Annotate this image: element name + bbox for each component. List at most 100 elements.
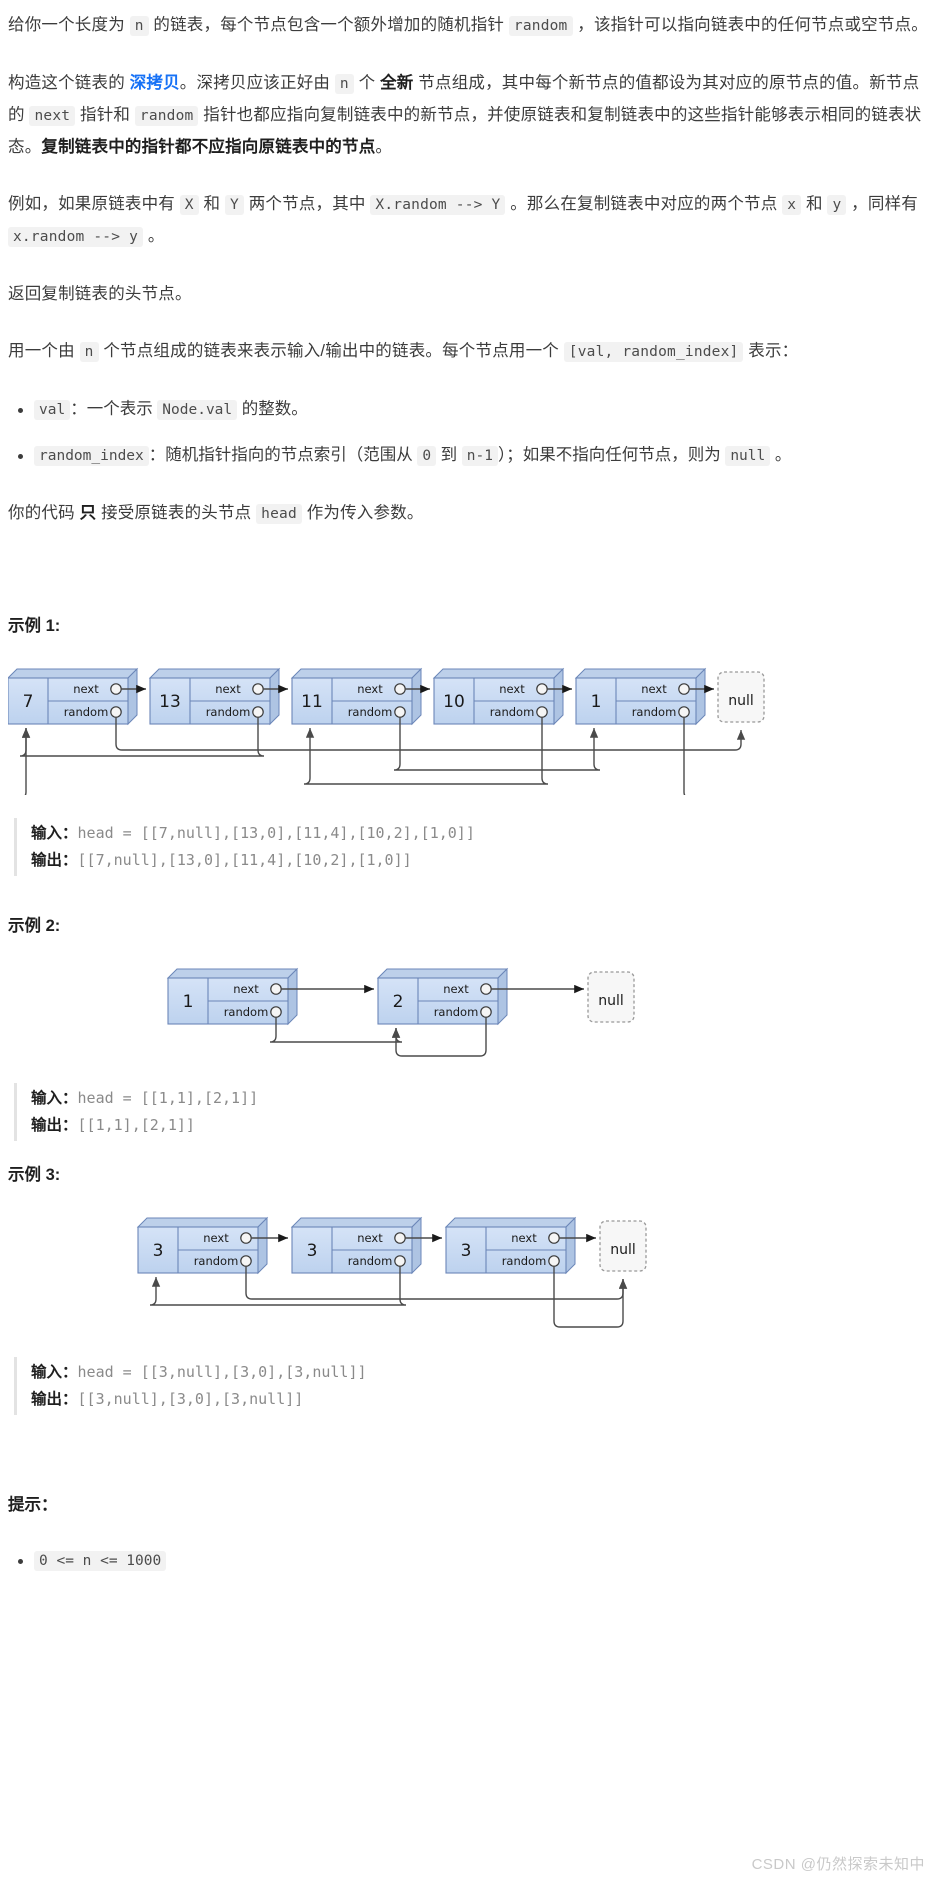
text-run: 个 xyxy=(353,74,381,92)
text-run: 给你一个长度为 xyxy=(8,16,130,34)
example-2-input-line: 输入：head = [[1,1],[2,1]] xyxy=(31,1085,935,1112)
node-next-label: next xyxy=(73,682,99,696)
output-label: 输出： xyxy=(31,1391,78,1408)
node-value: 10 xyxy=(443,692,465,712)
node-value: 11 xyxy=(301,692,323,712)
example-1-output-line: 输出：[[7,null],[13,0],[11,4],[10,2],[1,0]] xyxy=(31,847,935,874)
next-pointer-dot xyxy=(548,1232,560,1244)
random-arrow-null xyxy=(553,1266,628,1328)
random-arrow xyxy=(393,717,601,771)
next-pointer-dot xyxy=(394,683,406,695)
text-run: 。那么在复制链表中对应的两个节点 xyxy=(505,195,783,213)
text-run: 到 xyxy=(436,446,462,464)
null-label: null xyxy=(610,1242,636,1258)
text-run: 指针和 xyxy=(75,106,135,124)
node-value: 1 xyxy=(591,692,602,712)
text-run: 用一个由 xyxy=(8,342,80,360)
random-pointer-dot xyxy=(394,1255,406,1267)
inline-code: random xyxy=(134,106,199,126)
node-random-label: random xyxy=(64,705,109,719)
inline-code: random xyxy=(508,16,573,36)
node-value: 1 xyxy=(183,992,194,1012)
emphasis-text: 复制链表中的指针都不应指向原链表中的节点 xyxy=(41,138,376,156)
inline-code: Node.val xyxy=(157,400,238,420)
list-node: 10 next random xyxy=(432,667,565,726)
text-run: 。 xyxy=(770,446,792,464)
example-3-output-line: 输出：[[3,null],[3,0],[3,null]] xyxy=(31,1386,935,1413)
node-random-label: random xyxy=(632,705,677,719)
paragraph-closing: 你的代码 只 接受原链表的头节点 head 作为传入参数。 xyxy=(8,498,935,530)
list-node: 1 next random xyxy=(166,967,299,1026)
node-random-label: random xyxy=(348,1254,393,1268)
list-node: 3 next random xyxy=(136,1216,269,1275)
node-next-label: next xyxy=(641,682,667,696)
inline-code: n xyxy=(334,74,354,94)
list-node: 13 next random xyxy=(148,667,281,726)
input-value: head = [[3,null],[3,0],[3,null]] xyxy=(77,1363,367,1381)
random-pointer-dot xyxy=(394,706,406,718)
null-label: null xyxy=(598,993,624,1009)
inline-code: n xyxy=(129,16,149,36)
text-run: 。 xyxy=(143,227,165,245)
text-run: 例如，如果原链表中有 xyxy=(8,195,180,213)
next-pointer-dot xyxy=(480,983,492,995)
list-node: 3 next random xyxy=(290,1216,423,1275)
hints-title: 提示： xyxy=(8,1496,58,1514)
text-run: 返回复制链表的头节点。 xyxy=(8,285,192,303)
random-pointer-dot xyxy=(536,706,548,718)
text-run: 作为传入参数。 xyxy=(301,504,424,522)
example-1-io: 输入：head = [[7,null],[13,0],[11,4],[10,2]… xyxy=(14,818,935,876)
random-pointer-dot xyxy=(240,1255,252,1267)
linked-list-svg-3: 3 next random 3 next random 3 next random null xyxy=(136,1216,647,1328)
node-value: 13 xyxy=(159,692,181,712)
next-pointer-dot xyxy=(536,683,548,695)
list-item-random-index: random_index ：随机指针指向的节点索引（范围从 0 到 n-1 ）；如果… xyxy=(18,440,935,472)
paragraph-4: 返回复制链表的头节点。 xyxy=(8,279,935,310)
text-run: 和 xyxy=(198,195,226,213)
inline-code: X.random --> Y xyxy=(370,195,506,215)
text-run: 你的代码 xyxy=(8,504,80,522)
inline-code: random_index xyxy=(34,446,149,466)
node-value: 3 xyxy=(153,1241,164,1261)
paragraph-2: 构造这个链表的 深拷贝。深拷贝应该正好由 n 个 全新 节点组成，其中每个新节点… xyxy=(8,68,935,163)
deep-copy-link[interactable]: 深拷贝 xyxy=(130,74,180,92)
example-2-diagram: 1 next random 2 next random null xyxy=(8,950,935,1065)
example-1-input-line: 输入：head = [[7,null],[13,0],[11,4],[10,2]… xyxy=(31,820,935,847)
node-random-label: random xyxy=(348,705,393,719)
hints-list: 0 <= n <= 1000 xyxy=(8,1545,935,1577)
node-random-label: random xyxy=(206,705,251,719)
text-run: ，该指针可以指向链表中的任何节点或空节点。 xyxy=(572,16,928,34)
inline-code: 0 <= n <= 1000 xyxy=(34,1551,167,1571)
text-run: ：随机指针指向的节点索引（范围从 xyxy=(148,446,418,464)
input-value: head = [[1,1],[2,1]] xyxy=(77,1089,259,1107)
node-value: 3 xyxy=(307,1241,318,1261)
paragraph-3: 例如，如果原链表中有 X 和 Y 两个节点，其中 X.random --> Y … xyxy=(8,189,935,253)
inline-code: n-1 xyxy=(461,446,498,466)
random-pointer-dot xyxy=(678,706,690,718)
hint-item: 0 <= n <= 1000 xyxy=(18,1545,935,1577)
emphasis-text: 全新 xyxy=(380,74,414,92)
text-run: 表示： xyxy=(743,342,799,360)
node-value: 7 xyxy=(23,692,34,712)
example-3-title: 示例 3: xyxy=(8,1166,61,1184)
inline-code: [val, random_index] xyxy=(563,342,744,362)
node-random-label: random xyxy=(224,1005,269,1019)
output-label: 输出： xyxy=(31,1117,78,1134)
output-value: [[1,1],[2,1]] xyxy=(77,1116,195,1134)
random-pointer-dot xyxy=(110,706,122,718)
node-random-label: random xyxy=(502,1254,547,1268)
watermark: CSDN @仍然探索未知中 xyxy=(751,1856,925,1873)
example-3-input-line: 输入：head = [[3,null],[3,0],[3,null]] xyxy=(31,1359,935,1386)
next-pointer-dot xyxy=(252,683,264,695)
list-node: 7 next random xyxy=(6,667,139,726)
example-2-output-line: 输出：[[1,1],[2,1]] xyxy=(31,1112,935,1139)
node-random-label: random xyxy=(490,705,535,719)
random-pointer-dot xyxy=(252,706,264,718)
example-3-diagram: 3 next random 3 next random 3 next random null xyxy=(8,1199,935,1339)
inline-code: Y xyxy=(225,195,244,215)
node-random-label: random xyxy=(434,1005,479,1019)
inline-code: head xyxy=(256,504,302,524)
